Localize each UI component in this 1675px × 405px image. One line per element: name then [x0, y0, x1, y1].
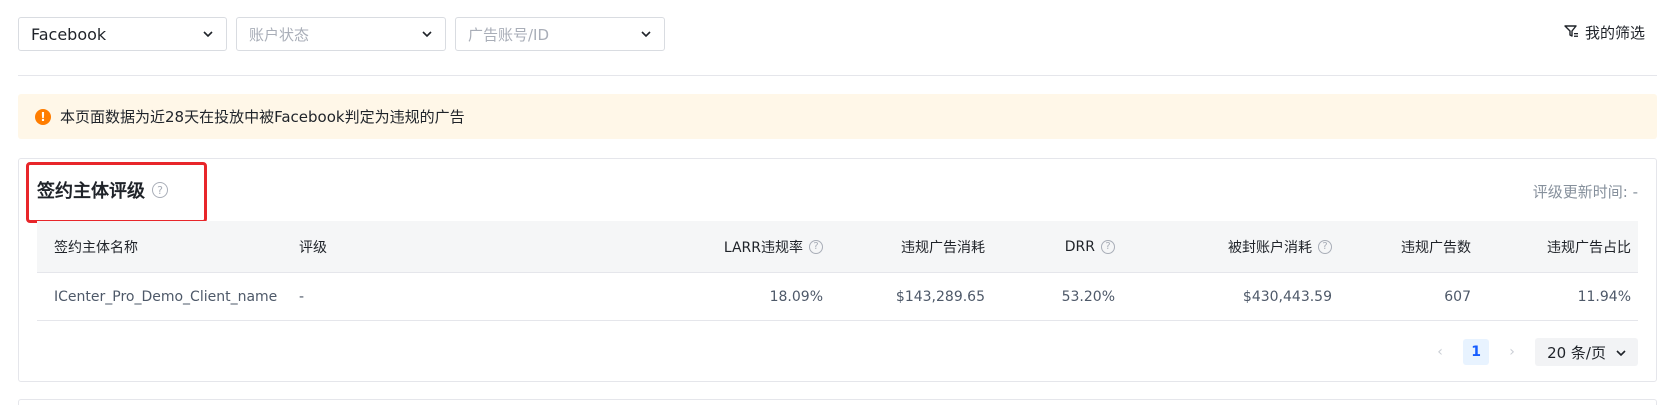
col-drr-label: DRR	[1064, 238, 1095, 255]
cell-spend: $143,289.65	[895, 288, 985, 305]
card-title-text: 签约主体评级	[37, 181, 145, 202]
pagination: ‹ 1 › 20 条/页	[1429, 338, 1638, 366]
warning-icon: !	[35, 108, 51, 125]
account-status-select[interactable]: 账户状态	[236, 17, 446, 51]
cell-rating: -	[299, 288, 305, 305]
card-title: 签约主体评级 ?	[37, 177, 168, 203]
page-1-button[interactable]: 1	[1463, 339, 1490, 365]
col-spend: 违规广告消耗	[901, 239, 985, 256]
notice-text: 本页面数据为近28天在投放中被Facebook判定为违规的广告	[60, 108, 465, 126]
cell-ad-ratio: 11.94%	[1577, 288, 1631, 305]
my-filters-button[interactable]: 我的筛选	[1563, 22, 1645, 43]
next-page-button[interactable]: ›	[1501, 344, 1523, 360]
col-banned-spend: 被封账户消耗 ?	[1228, 221, 1332, 272]
my-filters-label: 我的筛选	[1584, 24, 1645, 42]
col-ad-count: 违规广告数	[1401, 239, 1471, 256]
help-icon[interactable]: ?	[1318, 239, 1332, 254]
ad-account-placeholder: 广告账号/ID	[468, 25, 550, 44]
chevron-down-icon	[202, 28, 214, 40]
table-row[interactable]: ICenter_Pro_Demo_Client_name - 18.09% $1…	[37, 273, 1638, 321]
help-icon[interactable]: ?	[152, 182, 168, 198]
cell-larr: 18.09%	[769, 288, 823, 305]
ad-account-select[interactable]: 广告账号/ID	[455, 17, 665, 51]
help-icon[interactable]: ?	[809, 239, 823, 254]
col-ad-ratio: 违规广告占比	[1547, 239, 1631, 256]
cell-name: ICenter_Pro_Demo_Client_name	[54, 288, 278, 305]
header-divider	[18, 75, 1657, 76]
platform-select-value: Facebook	[31, 24, 107, 44]
help-icon[interactable]: ?	[1101, 239, 1115, 254]
chevron-down-icon	[640, 28, 652, 40]
prev-page-button[interactable]: ‹	[1429, 344, 1451, 360]
next-card	[18, 399, 1657, 405]
cell-banned-spend: $430,443.59	[1242, 288, 1332, 305]
filter-icon	[1563, 23, 1579, 43]
rating-card: 签约主体评级 ? 评级更新时间: - 签约主体名称 评级 LARR违规率 ? 违…	[18, 158, 1657, 382]
chevron-down-icon	[421, 28, 433, 40]
col-drr: DRR ?	[1065, 221, 1115, 272]
platform-select[interactable]: Facebook	[18, 17, 227, 51]
col-banned-spend-label: 被封账户消耗	[1228, 239, 1312, 256]
chevron-down-icon	[1616, 343, 1626, 361]
col-larr: LARR违规率 ?	[724, 221, 823, 272]
rating-update-time: 评级更新时间: -	[1532, 183, 1638, 201]
page-size-select[interactable]: 20 条/页	[1535, 338, 1638, 366]
cell-drr: 53.20%	[1061, 288, 1115, 305]
notice-banner: ! 本页面数据为近28天在投放中被Facebook判定为违规的广告	[18, 94, 1657, 139]
col-larr-label: LARR违规率	[723, 239, 803, 256]
cell-ad-count: 607	[1444, 288, 1471, 305]
col-rating: 评级	[299, 239, 327, 256]
account-status-placeholder: 账户状态	[249, 25, 310, 44]
col-name: 签约主体名称	[54, 239, 138, 256]
page-size-value: 20 条/页	[1547, 343, 1606, 362]
table-header: 签约主体名称 评级 LARR违规率 ? 违规广告消耗 DRR ? 被封账户消耗 …	[37, 221, 1638, 273]
